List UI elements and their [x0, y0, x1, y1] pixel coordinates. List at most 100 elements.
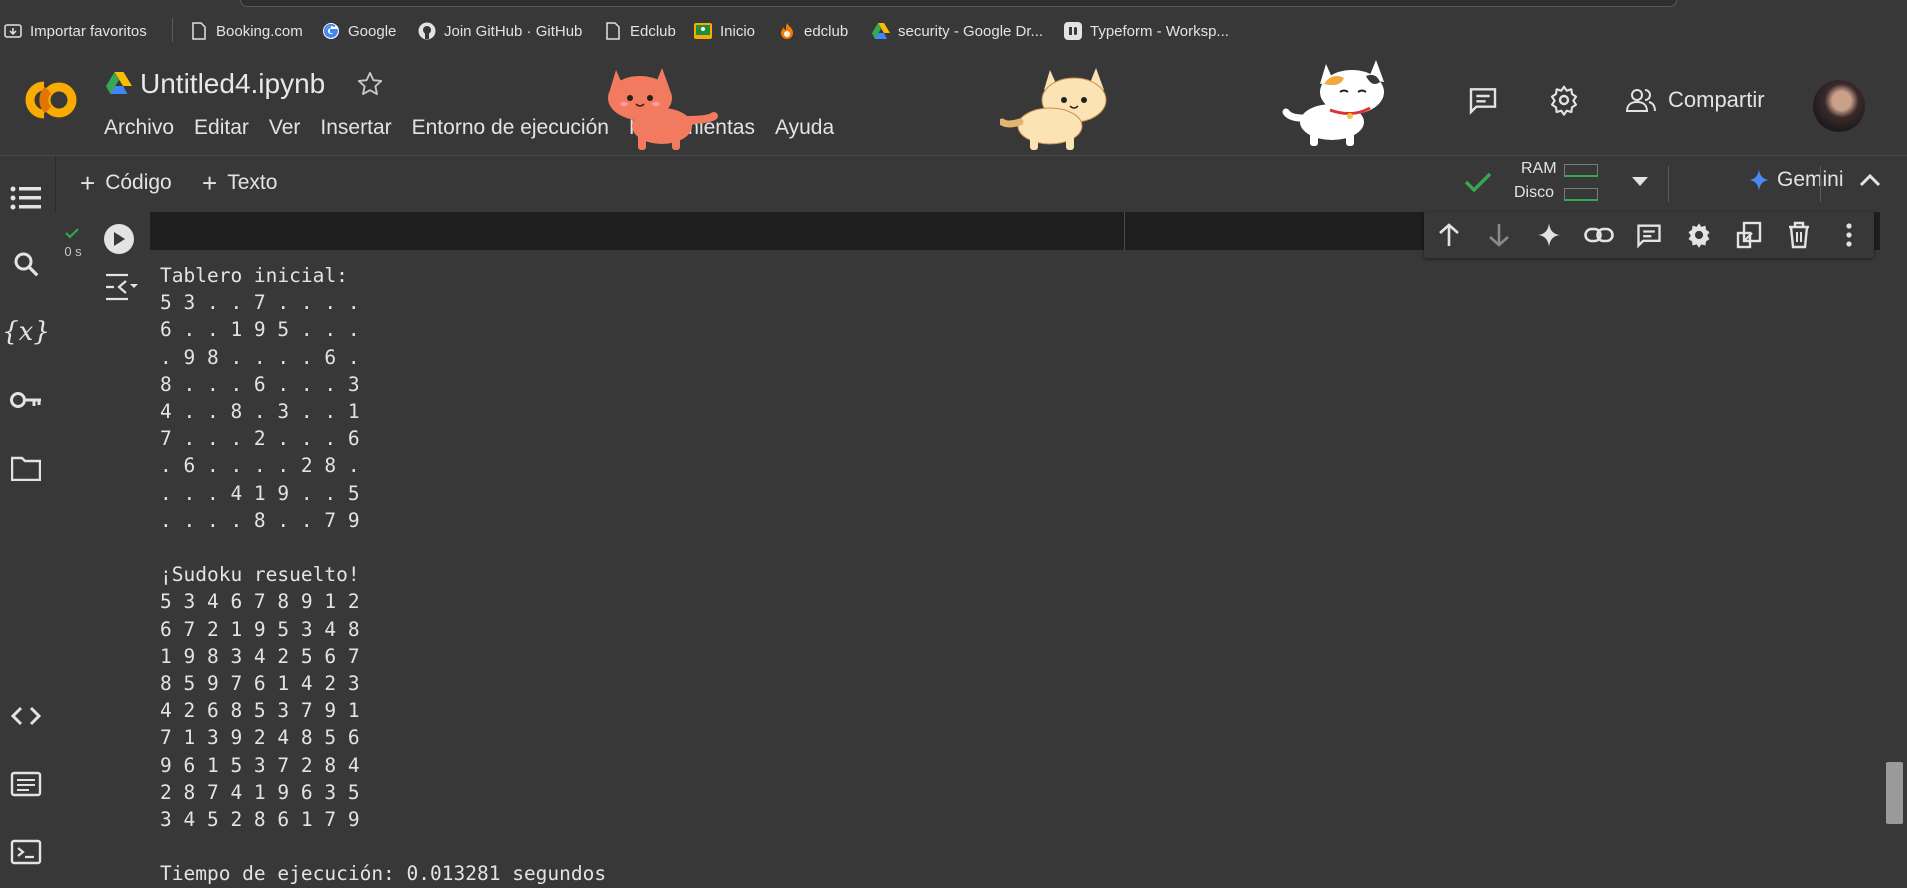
menu-editar[interactable]: Editar [194, 116, 249, 140]
menu-archivo[interactable]: Archivo [104, 116, 174, 140]
toolbar-divider [1820, 166, 1821, 202]
plus-icon: + [80, 168, 96, 198]
people-icon [1626, 89, 1656, 112]
cell-gutter [55, 212, 89, 882]
output-line: 2 8 7 4 1 9 6 3 5 [160, 780, 360, 804]
output-line: 7 1 3 9 2 4 8 5 6 [160, 726, 360, 750]
ram-usage-bar [1564, 164, 1598, 177]
output-line: . . . 4 1 9 . . 5 [160, 481, 360, 505]
bookmark-edclub[interactable]: edclub [778, 20, 848, 42]
bookmark-typeform[interactable]: Typeform - Worksp... [1064, 20, 1229, 42]
run-cell-button[interactable] [104, 224, 134, 254]
bookmark-label: Importar favoritos [30, 22, 147, 40]
bookmark-label: Google [348, 22, 397, 40]
output-line: . 6 . . . . 2 8 . [160, 454, 360, 478]
sparkle-icon[interactable] [1534, 220, 1564, 250]
classroom-icon [694, 22, 712, 40]
bookmark-security-drive[interactable]: security - Google Dr... [872, 20, 1043, 42]
scrollbar-thumb[interactable] [1886, 762, 1903, 824]
chevron-up-icon[interactable] [1858, 172, 1882, 193]
output-line: 8 . . . 6 . . . 3 [160, 372, 360, 396]
output-line: Tiempo de ejecución: 0.013281 segundos [160, 862, 607, 886]
bookmark-github[interactable]: Join GitHub · GitHub [418, 20, 582, 42]
drive-icon[interactable] [106, 72, 132, 96]
terminal-icon[interactable] [8, 834, 44, 870]
address-bar-edge [240, 0, 1677, 7]
comment-icon[interactable] [1634, 220, 1664, 250]
variables-icon[interactable]: {x} [2, 314, 50, 350]
bookmark-label: security - Google Dr... [898, 22, 1044, 40]
ram-label: RAM [1521, 160, 1557, 177]
output-line: 3 4 5 2 8 6 1 7 9 [160, 808, 360, 832]
delete-icon[interactable] [1784, 220, 1814, 250]
star-icon[interactable] [356, 70, 384, 98]
fire-icon [778, 22, 796, 40]
execution-time: 0 s [64, 244, 82, 259]
command-palette-icon[interactable] [8, 766, 44, 802]
cell-output: Tablero inicial: 5 3 . . 7 . . . . 6 . . 1… [160, 262, 606, 888]
mirror-cell-icon[interactable] [1734, 220, 1764, 250]
bookmark-booking[interactable]: Booking.com [190, 20, 303, 42]
gear-icon[interactable] [1546, 82, 1582, 118]
search-icon[interactable] [8, 246, 44, 282]
code-snippets-icon[interactable] [8, 698, 44, 734]
add-code-button[interactable]: + Código [80, 168, 172, 198]
bookmark-separator [172, 18, 173, 42]
bookmark-label: Inicio [720, 22, 756, 40]
notebook-title[interactable]: Untitled4.ipynb [140, 68, 325, 100]
page-icon [190, 22, 208, 40]
gear-icon[interactable] [1684, 220, 1714, 250]
gemini-button[interactable]: Gemini [1749, 168, 1844, 192]
menu-insertar[interactable]: Insertar [320, 116, 391, 140]
arrow-up-icon[interactable] [1434, 220, 1464, 250]
colab-logo[interactable] [14, 76, 80, 124]
add-text-button[interactable]: + Texto [202, 168, 277, 198]
bookmark-google[interactable]: Google [322, 20, 396, 42]
colab-header: Untitled4.ipynb Archivo Editar Ver Inser… [0, 60, 1907, 156]
bookmark-importar-favoritos[interactable]: Importar favoritos [4, 20, 147, 42]
arrow-down-icon[interactable] [1484, 220, 1514, 250]
output-line: Tablero inicial: [160, 264, 348, 287]
bookmark-edclub-page[interactable]: Edclub [604, 20, 676, 42]
output-line: . 9 8 . . . . 6 . [160, 345, 360, 369]
cream-cat-sticker [998, 60, 1120, 157]
play-icon [114, 232, 125, 246]
key-icon[interactable] [8, 382, 44, 418]
bookmark-label: Booking.com [216, 22, 303, 40]
output-line: 6 7 2 1 9 5 3 4 8 [160, 617, 360, 641]
output-line: 5 3 4 6 7 8 9 1 2 [160, 590, 360, 614]
gemini-label: Gemini [1777, 168, 1844, 191]
orange-cat-sticker [602, 60, 720, 157]
left-sidebar: {x} [0, 156, 56, 882]
add-code-label: Código [105, 171, 172, 194]
bookmark-inicio[interactable]: Inicio [694, 20, 755, 42]
menu-ayuda[interactable]: Ayuda [775, 116, 834, 140]
avatar[interactable] [1813, 80, 1865, 132]
editor-divider [1124, 212, 1125, 250]
output-line: 5 3 . . 7 . . . . [160, 291, 360, 315]
comment-icon[interactable] [1465, 82, 1501, 118]
output-line: 1 9 8 3 4 2 5 6 7 [160, 644, 360, 668]
link-icon[interactable] [1584, 220, 1614, 250]
disk-usage-bar [1564, 188, 1598, 201]
table-of-contents-icon[interactable] [8, 180, 44, 216]
github-icon [418, 22, 436, 40]
output-line: 9 6 1 5 3 7 2 8 4 [160, 753, 360, 777]
execution-check-icon [64, 226, 80, 244]
chevron-down-icon[interactable] [1630, 174, 1650, 193]
output-line: . . . . 8 . . 7 9 [160, 508, 360, 532]
output-options-icon[interactable] [104, 272, 138, 306]
more-vert-icon[interactable] [1834, 220, 1864, 250]
bookmark-label: Typeform - Worksp... [1090, 22, 1229, 40]
menu-ver[interactable]: Ver [269, 116, 301, 140]
calico-cat-sticker [1280, 54, 1396, 155]
notebook-toolbar: + Código + Texto RAM Disco Gemini [56, 156, 1907, 210]
output-line: 7 . . . 2 . . . 6 [160, 427, 360, 451]
connected-check-icon[interactable] [1463, 170, 1493, 199]
bookmark-label: Edclub [630, 22, 676, 40]
share-button[interactable]: Compartir [1626, 82, 1765, 118]
folder-icon[interactable] [8, 450, 44, 486]
menu-entorno[interactable]: Entorno de ejecución [412, 116, 609, 140]
